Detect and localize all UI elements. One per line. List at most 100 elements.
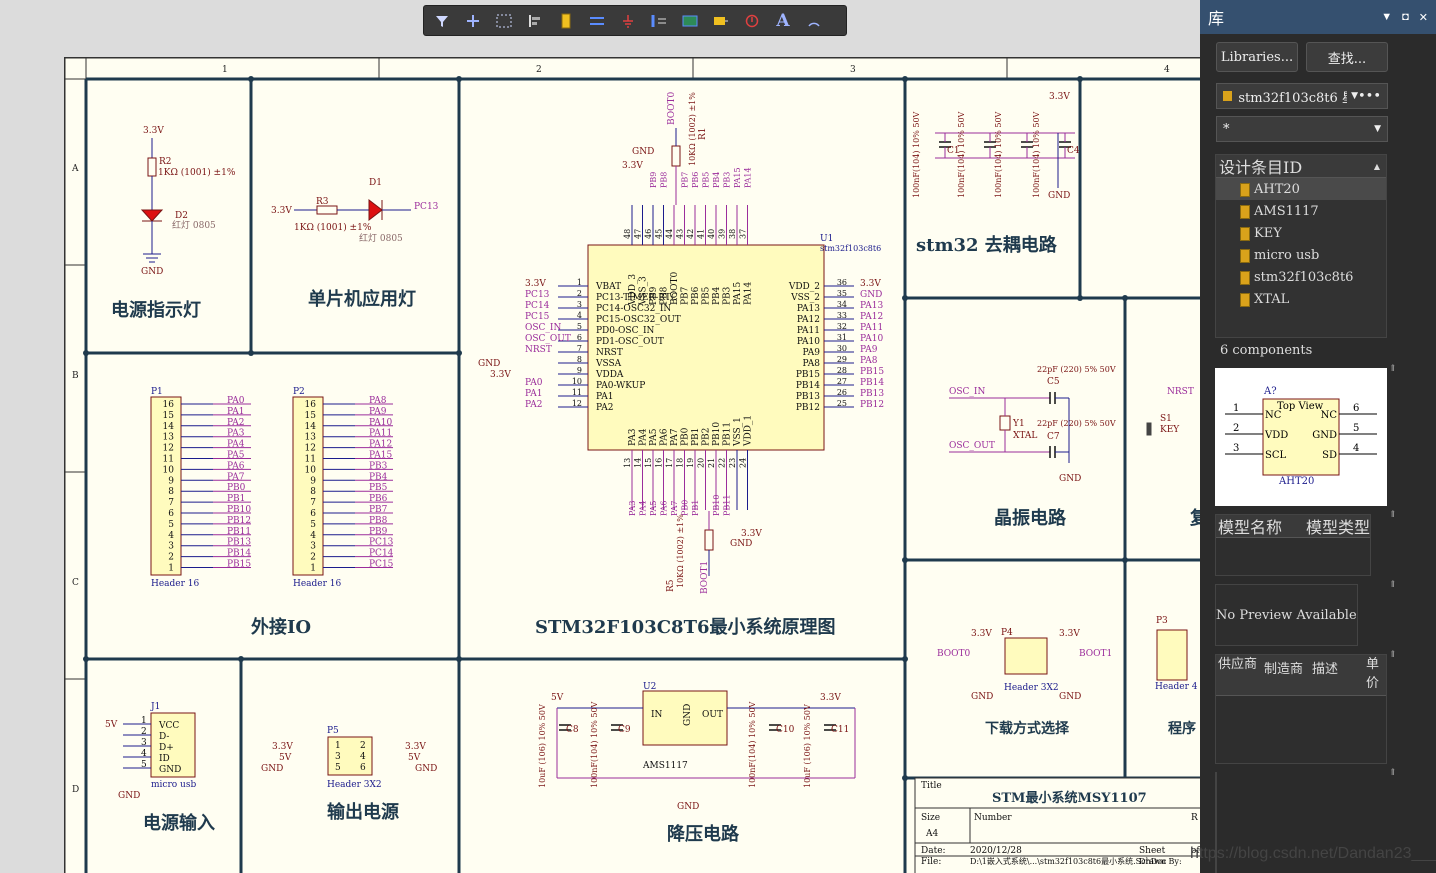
component-list-item[interactable]: KEY: [1216, 222, 1386, 244]
preview-pin-name: NC: [1265, 410, 1282, 421]
bus-icon[interactable]: [585, 9, 609, 33]
close-icon[interactable]: ✕: [1419, 11, 1428, 24]
component-list-item[interactable]: AMS1117: [1216, 200, 1386, 222]
net-label: PA11: [369, 429, 392, 439]
align-icon[interactable]: [523, 9, 547, 33]
preview-pin-name: VDD: [1264, 430, 1288, 441]
pin-icon[interactable]: ◘: [1402, 11, 1409, 24]
mcu-pin-number: 44: [665, 229, 674, 239]
collapse-icon[interactable]: ⇑: [1389, 768, 1397, 778]
add-icon[interactable]: [461, 9, 485, 33]
list-header-label: 设计条目ID: [1219, 158, 1303, 177]
capacitor-value: 100nF(104) 10% 50V: [994, 111, 1003, 198]
mcu-pin-name: PA13: [797, 304, 820, 314]
description-header[interactable]: 描述: [1312, 655, 1366, 695]
collapse-icon[interactable]: ⇑: [1389, 510, 1397, 520]
ground-icon[interactable]: [616, 9, 640, 33]
net-label: PA12: [860, 312, 883, 322]
resistor-r5: [704, 529, 714, 551]
mcu-pin-name: PA14: [744, 282, 754, 305]
filter-input[interactable]: * ▼: [1216, 116, 1388, 142]
libraries-button[interactable]: Libraries...: [1216, 42, 1298, 72]
mcu-part-name: stm32f103c8t6: [820, 244, 881, 253]
d1-value: 红灯 0805: [359, 232, 403, 244]
header-pin-number: 4: [360, 752, 366, 762]
net-gnd: GND: [261, 764, 283, 774]
manufacturer-header[interactable]: 制造商: [1264, 655, 1312, 695]
header-pin-number: 3: [168, 542, 174, 552]
more-icon[interactable]: •••: [1358, 89, 1381, 104]
net-label: PB8: [660, 172, 669, 188]
place-part-icon[interactable]: [554, 9, 578, 33]
collapse-icon[interactable]: ⇑: [1389, 364, 1397, 374]
r3-value: 1KΩ (1001) ±1%: [294, 222, 372, 233]
net-gnd: GND: [1048, 191, 1070, 201]
net-label: PA0: [227, 396, 245, 406]
schematic-canvas[interactable]: 1 2 3 4 A B C D 电源指示灯 单片机应用灯 外接IO STM32F103C8T6最小系统…: [0, 0, 1200, 873]
mcu-pin-number: 18: [676, 458, 685, 468]
component-list-item[interactable]: stm32f103c8t6: [1216, 266, 1386, 288]
net-icon[interactable]: [678, 9, 702, 33]
junction: [1077, 76, 1083, 82]
search-button[interactable]: 查找...: [1306, 42, 1388, 72]
net-label: PA2: [227, 418, 244, 428]
mcu-pin-number: 16: [655, 458, 664, 468]
c5-ref: C5: [1047, 377, 1060, 387]
collapse-icon[interactable]: ⇑: [1389, 580, 1397, 590]
unit-price-header[interactable]: 单价: [1366, 655, 1386, 695]
net-5v: 5V: [551, 693, 564, 703]
net-label: OSC_IN: [525, 323, 561, 333]
library-icon: [1223, 91, 1233, 101]
usb-pin-name: ID: [159, 754, 170, 764]
mcu-pin-number: 33: [837, 311, 847, 320]
list-header[interactable]: 设计条目ID ▲: [1216, 155, 1386, 178]
header-pin-number: 4: [168, 531, 174, 541]
stop-icon[interactable]: [740, 9, 764, 33]
text-icon[interactable]: A: [771, 9, 795, 33]
mcu-pin-number: 46: [644, 229, 653, 239]
header-pin-number: 4: [310, 531, 316, 541]
net-5v: 5V: [279, 753, 292, 763]
component-list-item[interactable]: micro usb: [1216, 244, 1386, 266]
supplier-header[interactable]: 供应商: [1216, 655, 1264, 695]
key-value: KEY: [1160, 425, 1180, 435]
component-list-item[interactable]: AHT20: [1216, 178, 1386, 200]
c7-value: 22pF (220) 5% 50V: [1037, 419, 1116, 428]
net-3v3: 3.3V: [405, 742, 426, 752]
net-label: PB5: [369, 483, 388, 493]
mcu-pin-number: 22: [718, 458, 727, 468]
port-icon[interactable]: [647, 9, 671, 33]
net-gnd: GND: [1059, 692, 1081, 702]
component-name: micro usb: [1254, 247, 1320, 263]
c4-ref: C4: [1067, 146, 1080, 156]
regulator-gnd: GND: [683, 704, 693, 726]
component-name: AHT20: [1254, 181, 1300, 197]
mcu-pin-name: PB11: [723, 422, 733, 446]
component-list-item[interactable]: XTAL: [1216, 288, 1386, 310]
harness-icon[interactable]: [709, 9, 733, 33]
collapse-icon[interactable]: ⇑: [1389, 650, 1397, 660]
mcu-pin-name: PA2: [596, 403, 613, 413]
preview-pin-number: 5: [1353, 423, 1359, 434]
model-type-header[interactable]: 模型类型: [1306, 514, 1370, 538]
select-rect-icon[interactable]: [492, 9, 516, 33]
title-value: STM最小系统MSY1107: [992, 790, 1147, 806]
capacitor-value: 100nF(104) 10% 50V: [590, 701, 599, 788]
dropdown-arrow-icon[interactable]: ▼: [1381, 11, 1392, 24]
file-value: D:\1嵌入式系统\...\stm32f103c8t6最小系统.SchDoc: [970, 856, 1167, 866]
schematic-sheet[interactable]: 1 2 3 4 A B C D 电源指示灯 单片机应用灯 外接IO STM32F103C8T6最小系统…: [64, 57, 1200, 873]
mcu-pin-name: PB6: [691, 286, 701, 305]
net-label: PB3: [723, 172, 732, 188]
sort-icon: ▲: [1373, 161, 1380, 171]
panel-title: 库: [1208, 11, 1225, 28]
model-name-header[interactable]: 模型名称: [1218, 514, 1306, 538]
net-label: PA7: [670, 500, 679, 516]
net-label: PC13: [369, 538, 394, 548]
library-dropdown[interactable]: stm32f103c8t6 星 ▼ •••: [1216, 83, 1388, 109]
arc-icon[interactable]: [802, 9, 826, 33]
filter-icon[interactable]: [430, 9, 454, 33]
symbol-preview: A? Top View 1 NC 2 VDD 3 SCL 6 NC 5 GND 4 SD AHT20: [1215, 368, 1387, 506]
r2-ref: R2: [159, 157, 172, 167]
preview-part-name: AHT20: [1278, 476, 1314, 487]
usb-pin-name: D+: [159, 743, 174, 753]
